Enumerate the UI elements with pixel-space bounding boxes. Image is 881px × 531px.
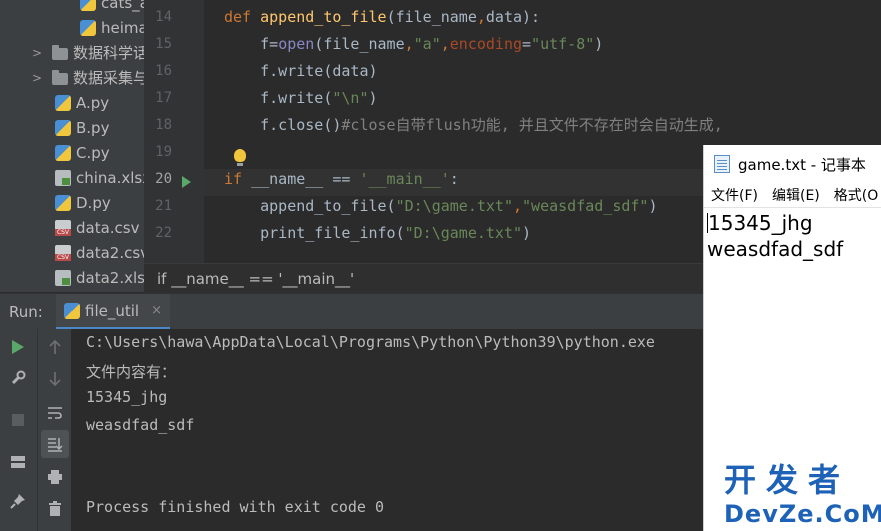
tree-item[interactable]: > 数据采集与 [32,65,144,90]
code-line-22: print_file_info("D:\game.txt") [224,224,532,242]
code-line-15: f=open(file_name,"a",encoding="utf-8") [224,35,604,53]
console-line: 文件内容有： [86,363,177,381]
line-number: 16 [155,63,172,79]
tree-item[interactable]: cats_a [80,0,144,15]
tree-item-label: china.xlsx [76,168,144,187]
tree-item[interactable]: data2.xlsx [55,265,144,290]
scroll-to-end-icon[interactable] [41,430,69,458]
watermark-logo: 开发者 DevZe.CoM [724,461,881,528]
line-number: 20 [155,171,172,187]
tree-item-label: cats_a [101,0,144,12]
pin-icon[interactable] [6,489,30,513]
stop-icon[interactable] [6,408,30,432]
console-line: C:\Users\hawa\AppData\Local\Programs\Pyt… [86,333,655,351]
menu-format[interactable]: 格式(O [834,185,878,205]
menu-file[interactable]: 文件(F) [711,185,758,205]
notepad-window[interactable]: game.txt - 记事本 文件(F) 编辑(E) 格式(O 15345_jh… [703,145,881,531]
menu-edit[interactable]: 编辑(E) [772,185,820,205]
python-file-icon [55,119,71,136]
tree-item-label: heima [101,18,144,37]
tree-item[interactable]: > 数据科学话 [32,40,144,65]
wrench-icon[interactable] [6,366,30,390]
print-icon[interactable] [43,465,67,489]
tree-item-label: D.py [76,193,111,212]
notepad-icon [714,155,730,173]
console-line: Process finished with exit code 0 [86,498,385,516]
tree-item-label: 数据科学话 [73,44,144,62]
tree-item-label: B.py [76,118,110,137]
notepad-line: weasdfad_sdf [707,237,844,261]
editor-gutter: 14 15 16 17 18 19 20 21 22 [144,0,220,263]
rerun-icon[interactable] [6,335,30,359]
notepad-line: 15345_jhg [707,211,813,235]
tree-item-label: data2.xlsx [76,268,144,287]
soft-wrap-icon[interactable] [43,401,67,425]
code-line-18: f.close()#close自带flush功能, 并且文件不存在时会自动生成,… [224,116,723,134]
code-line-16: f.write(data) [224,62,378,80]
breadcrumb[interactable]: if __name__ == '__main__' [144,263,704,293]
notepad-titlebar[interactable]: game.txt - 记事本 [704,145,881,183]
csv-file-icon [55,244,71,261]
arrow-down-icon[interactable] [43,367,67,391]
run-toolbar [0,329,37,531]
tree-item[interactable]: C.py [55,140,110,165]
tree-item-label: data.csv [76,218,140,237]
python-file-icon [55,94,71,111]
tree-item[interactable]: A.py [55,90,109,115]
console-line: weasdfad_sdf [86,416,195,434]
tree-item-label: data2.csv [76,243,144,262]
line-number: 19 [155,144,172,160]
layout-icon[interactable] [6,450,30,474]
run-label: Run: [9,303,43,321]
tree-item-label: 数据采集与 [73,69,144,87]
excel-file-icon [55,169,71,186]
line-number: 18 [155,117,172,133]
trash-icon[interactable] [43,497,67,521]
python-file-icon [55,194,71,211]
code-editor[interactable]: def append_to_file(file_name,data): f=op… [204,0,724,263]
line-number: 22 [155,225,172,241]
code-line-21: append_to_file("D:\game.txt","weasdfad_s… [224,197,658,215]
line-number: 15 [155,36,172,52]
console-toolbar [37,329,71,531]
tree-item[interactable]: B.py [55,115,109,140]
console-line: 15345_jhg [86,388,168,406]
close-icon[interactable]: × [151,303,162,318]
line-number: 17 [155,90,172,106]
run-tab-file-util[interactable]: file_util × [56,294,170,330]
tree-item-label: C.py [76,143,110,162]
code-line-17: f.write("\n") [224,89,378,107]
python-file-icon [80,19,96,36]
run-console[interactable]: C:\Users\hawa\AppData\Local\Programs\Pyt… [71,329,704,531]
tree-item[interactable]: heima [80,15,144,40]
notepad-menubar: 文件(F) 编辑(E) 格式(O [704,183,881,207]
project-tree[interactable]: cats_aheima > 数据科学话 > 数据采集与 A.py B.py C.py china… [0,0,144,292]
code-line-20: if __name__ == '__main__': [224,170,459,188]
python-file-icon [64,302,80,319]
line-number: 14 [155,9,172,25]
code-line-14: def append_to_file(file_name,data): [224,8,541,26]
tree-item[interactable]: data2.csv [55,240,144,265]
run-gutter-icon[interactable] [182,176,191,188]
python-file-icon [80,0,96,11]
excel-file-icon [55,269,71,286]
lightbulb-icon[interactable] [234,149,246,166]
notepad-text-area[interactable]: 15345_jhg weasdfad_sdf [704,207,881,264]
tree-item[interactable]: data.csv [55,215,140,240]
tree-item[interactable]: china.xlsx [55,165,144,190]
python-file-icon [55,144,71,161]
folder-icon [52,44,68,60]
notepad-title: game.txt - 记事本 [738,155,866,174]
run-tab-label: file_util [85,301,140,320]
run-tool-window-header: Run: file_util × [0,293,704,330]
chevron-right-icon[interactable]: > [32,46,44,60]
folder-icon [52,69,68,85]
line-number: 21 [155,198,172,214]
tree-item[interactable]: D.py [55,190,111,215]
arrow-up-icon[interactable] [43,335,67,359]
csv-file-icon [55,219,71,236]
tree-item-label: A.py [76,93,110,112]
chevron-right-icon[interactable]: > [32,71,44,85]
